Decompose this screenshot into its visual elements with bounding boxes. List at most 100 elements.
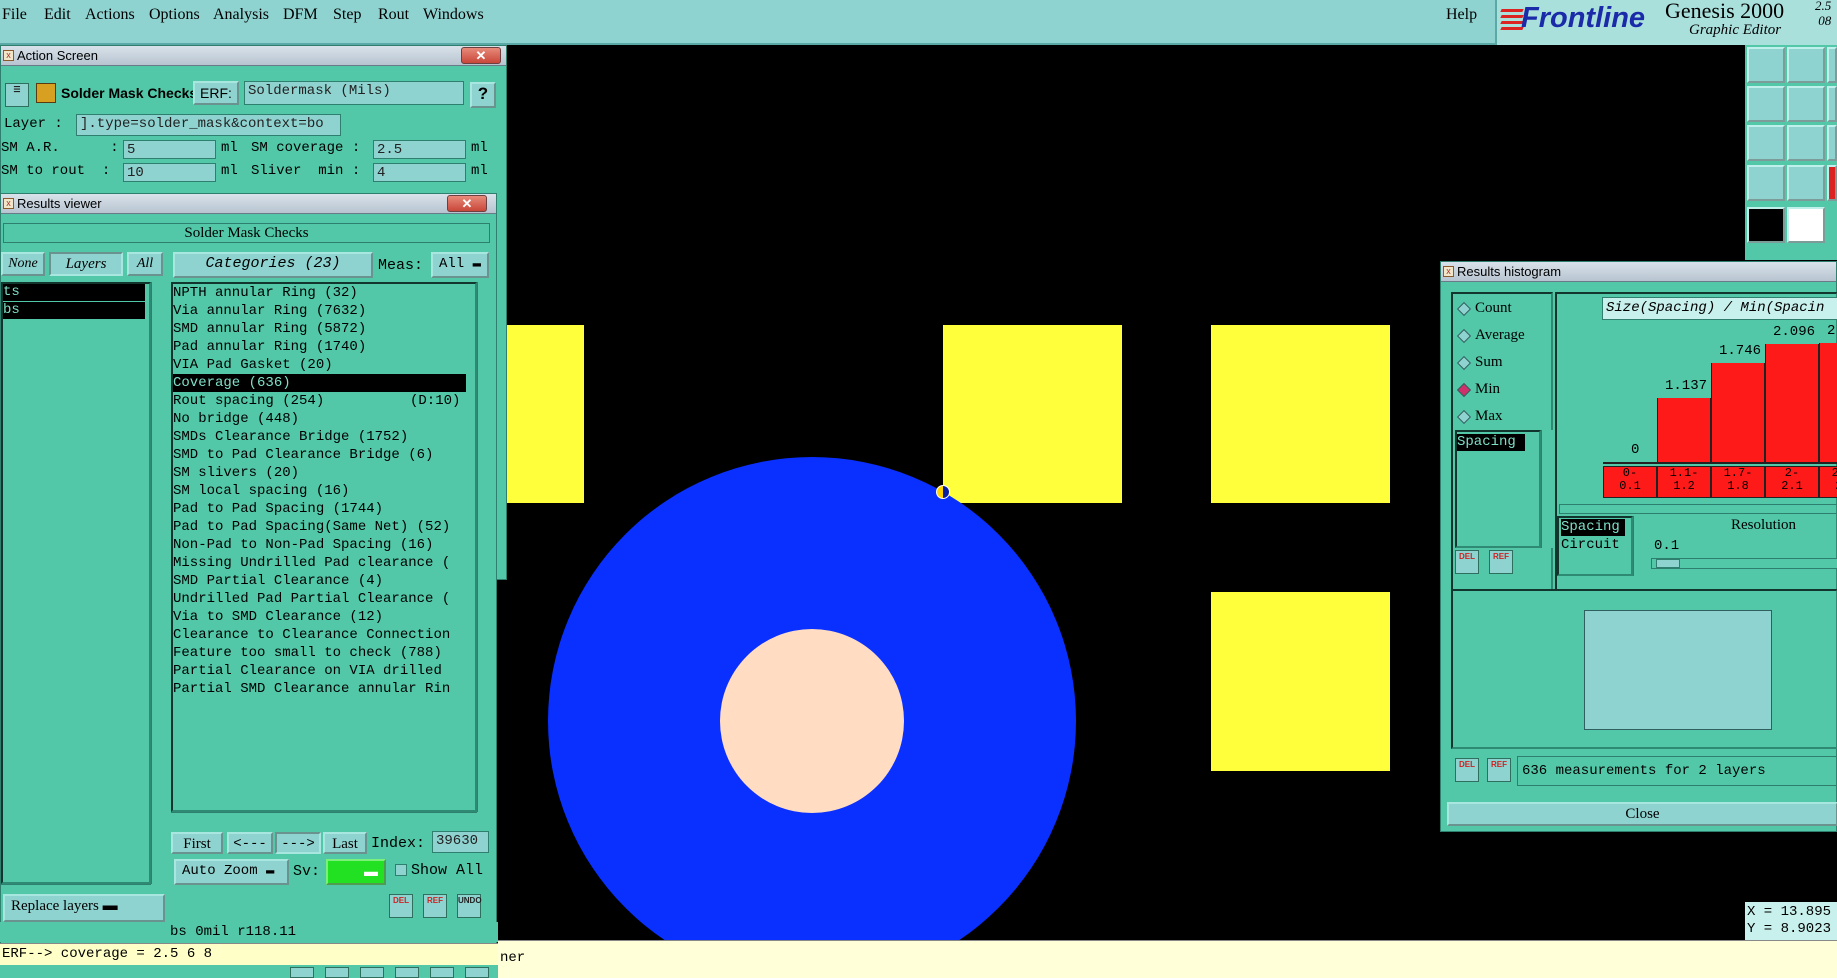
category-item[interactable]: Via to SMD Clearance (12) bbox=[173, 608, 466, 626]
layers-scrollbar[interactable] bbox=[151, 282, 165, 884]
prev-button[interactable]: <--- bbox=[227, 832, 273, 854]
layer-field[interactable]: ].type=solder_mask&context=bo bbox=[76, 114, 341, 136]
action-screen-close-button[interactable]: ✕ bbox=[461, 47, 501, 64]
resolution-slider[interactable] bbox=[1651, 558, 1837, 569]
tool-icon[interactable] bbox=[1747, 165, 1785, 201]
layers-hscrollbar[interactable] bbox=[1, 884, 151, 894]
category-item[interactable]: Via annular Ring (7632) bbox=[173, 302, 466, 320]
category-item[interactable]: SMD Partial Clearance (4) bbox=[173, 572, 466, 590]
tool-icon[interactable] bbox=[1787, 47, 1825, 83]
category-item[interactable]: Feature too small to check (788) bbox=[173, 644, 466, 662]
layer-item-ts[interactable]: ts bbox=[3, 284, 145, 301]
show-all-checkbox[interactable] bbox=[395, 864, 407, 876]
circuit-scrollbar[interactable] bbox=[1633, 516, 1645, 576]
meas-dropdown[interactable]: All ▬ bbox=[431, 252, 489, 278]
tool-icon[interactable] bbox=[1747, 207, 1785, 243]
measurement-marker-icon[interactable] bbox=[936, 485, 950, 499]
index-field[interactable]: 39630 bbox=[432, 831, 489, 853]
menu-actions[interactable]: Actions bbox=[85, 6, 135, 24]
category-item[interactable]: No bridge (448) bbox=[173, 410, 466, 428]
help-button[interactable]: ? bbox=[470, 82, 496, 108]
categories-scrollbar[interactable] bbox=[477, 282, 491, 812]
category-item[interactable]: Coverage (636) bbox=[173, 374, 466, 392]
tool-icon[interactable] bbox=[360, 967, 384, 978]
menu-options[interactable]: Options bbox=[149, 6, 200, 24]
category-item[interactable]: Pad to Pad Spacing (1744) bbox=[173, 500, 466, 518]
undo-icon[interactable]: UNDO bbox=[457, 894, 482, 918]
next-button[interactable]: ---> bbox=[275, 832, 321, 854]
category-item[interactable]: Pad annular Ring (1740) bbox=[173, 338, 466, 356]
sm-coverage-field[interactable]: 2.5 bbox=[373, 140, 466, 159]
histogram-bar[interactable] bbox=[1819, 342, 1837, 462]
menu-dfm[interactable]: DFM bbox=[283, 6, 318, 24]
histogram-bar[interactable] bbox=[1657, 397, 1711, 462]
category-item[interactable]: SMD annular Ring (5872) bbox=[173, 320, 466, 338]
category-item[interactable]: VIA Pad Gasket (20) bbox=[173, 356, 466, 374]
del-icon[interactable]: DEL bbox=[1455, 758, 1479, 782]
tool-icon[interactable] bbox=[1787, 86, 1825, 122]
tool-icon[interactable] bbox=[1827, 86, 1837, 122]
layer-item-bs[interactable]: bs bbox=[3, 302, 145, 319]
layers-list[interactable]: ts bs bbox=[1, 282, 151, 884]
sv-color-dropdown[interactable]: ▬ bbox=[326, 859, 386, 885]
none-button[interactable]: None bbox=[1, 252, 45, 276]
replace-layers-dropdown[interactable]: Replace layers ▬ bbox=[3, 894, 165, 922]
histogram-bar[interactable] bbox=[1765, 343, 1819, 462]
circuit-item-spacing[interactable]: Spacing bbox=[1561, 519, 1625, 536]
tool-icon[interactable] bbox=[430, 967, 454, 978]
action-screen-titlebar[interactable]: x Action Screen ✕ bbox=[1, 46, 506, 66]
histogram-bar[interactable] bbox=[1711, 363, 1765, 462]
menu-rout[interactable]: Rout bbox=[378, 6, 409, 24]
histogram-titlebar[interactable]: x Results histogram bbox=[1441, 262, 1836, 282]
histogram-close-button[interactable]: Close bbox=[1447, 802, 1837, 826]
del-icon[interactable]: DEL bbox=[389, 894, 413, 918]
category-item[interactable]: Partial Clearance on VIA drilled bbox=[173, 662, 466, 680]
list-icon[interactable]: ☰ bbox=[5, 83, 29, 107]
menu-help[interactable]: Help bbox=[1446, 6, 1477, 24]
sm-to-rout-field[interactable]: 10 bbox=[123, 163, 216, 182]
first-button[interactable]: First bbox=[171, 832, 223, 854]
tool-icon[interactable] bbox=[395, 967, 419, 978]
menu-windows[interactable]: Windows bbox=[423, 6, 484, 24]
tool-icon[interactable] bbox=[290, 967, 314, 978]
category-item[interactable]: SM slivers (20) bbox=[173, 464, 466, 482]
sliver-min-field[interactable]: 4 bbox=[373, 163, 466, 182]
attribute-item-spacing[interactable]: Spacing bbox=[1457, 434, 1525, 451]
tool-icon[interactable] bbox=[325, 967, 349, 978]
circuit-item-circuit[interactable]: Circuit bbox=[1561, 537, 1620, 553]
category-item[interactable]: Pad to Pad Spacing(Same Net) (52) bbox=[173, 518, 466, 536]
category-item[interactable]: Undrilled Pad Partial Clearance ( bbox=[173, 590, 466, 608]
tool-icon[interactable] bbox=[1747, 125, 1785, 161]
erf-button[interactable]: ERF: bbox=[193, 81, 239, 105]
categories-hscrollbar[interactable] bbox=[171, 812, 477, 822]
tool-icon[interactable] bbox=[1827, 47, 1837, 83]
category-item[interactable]: Clearance to Clearance Connection bbox=[173, 626, 466, 644]
category-item[interactable]: SM local spacing (16) bbox=[173, 482, 466, 500]
histogram-hscrollbar[interactable] bbox=[1559, 504, 1837, 514]
ref-icon[interactable]: REF bbox=[423, 894, 447, 918]
del-icon[interactable]: DEL bbox=[1455, 550, 1479, 574]
category-item[interactable]: NPTH annular Ring (32) bbox=[173, 284, 466, 302]
sm-ar-field[interactable]: 5 bbox=[123, 140, 216, 159]
results-viewer-titlebar[interactable]: x Results viewer ✕ bbox=[1, 194, 496, 214]
tool-icon[interactable] bbox=[465, 967, 489, 978]
attribute-scrollbar[interactable] bbox=[1541, 430, 1553, 548]
all-button[interactable]: All bbox=[127, 252, 163, 276]
last-button[interactable]: Last bbox=[323, 832, 367, 854]
menu-file[interactable]: File bbox=[2, 6, 27, 24]
tool-icon[interactable] bbox=[1787, 125, 1825, 161]
categories-button[interactable]: Categories (23) bbox=[173, 252, 373, 278]
erf-field[interactable]: Soldermask (Mils) bbox=[244, 81, 464, 105]
tool-icon[interactable] bbox=[1747, 86, 1785, 122]
layers-button[interactable]: Layers bbox=[49, 252, 123, 276]
menu-analysis[interactable]: Analysis bbox=[213, 6, 269, 24]
menu-edit[interactable]: Edit bbox=[44, 6, 71, 24]
results-viewer-close-button[interactable]: ✕ bbox=[447, 195, 487, 212]
category-item[interactable]: Partial SMD Clearance annular Rin bbox=[173, 680, 466, 698]
grid-icon[interactable] bbox=[1787, 165, 1825, 201]
tool-icon[interactable] bbox=[1827, 165, 1837, 201]
category-item[interactable]: SMDs Clearance Bridge (1752) bbox=[173, 428, 466, 446]
auto-zoom-dropdown[interactable]: Auto Zoom ▬ bbox=[174, 859, 289, 885]
category-item[interactable]: Missing Undrilled Pad clearance ( bbox=[173, 554, 466, 572]
ref-icon[interactable]: REF bbox=[1487, 758, 1511, 782]
